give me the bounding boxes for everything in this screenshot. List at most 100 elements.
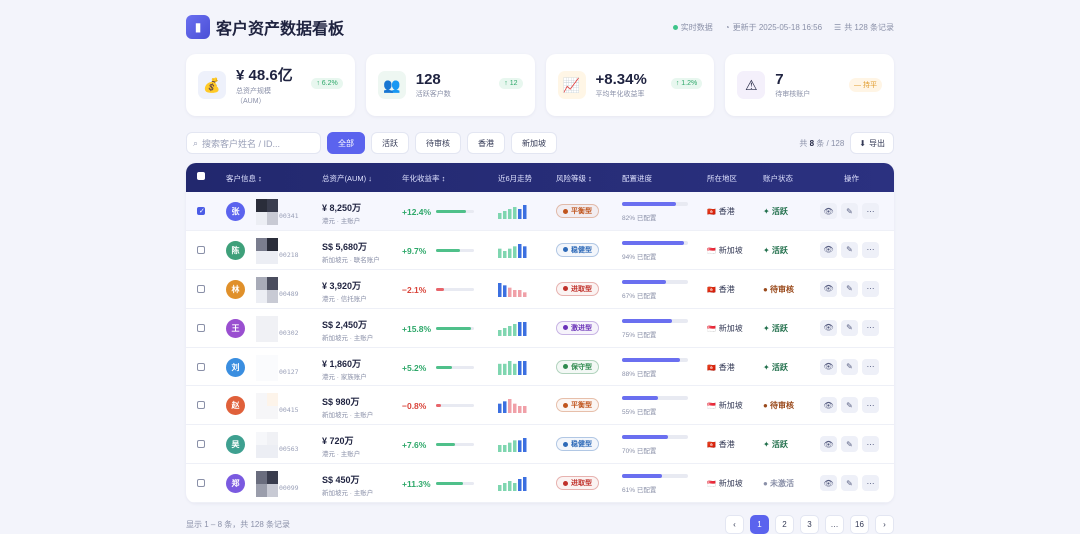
risk-dot-icon — [563, 441, 568, 447]
page-button[interactable]: 1 — [750, 514, 769, 534]
table-row[interactable]: 王 00302 S$ 2,450万 新加坡元 · 主账户 +15.8% 激进型 75% 已配… — [186, 309, 894, 348]
row-actions: 👁 ✎ ⋯ — [820, 475, 879, 492]
row-actions: 👁 ✎ ⋯ — [820, 280, 879, 297]
spark-bar — [518, 360, 522, 375]
table-row[interactable]: 赵 00415 S$ 980万 新加坡元 · 主账户 −0.8% 平衡型 55% 已配置 🇸🇬… — [186, 386, 894, 426]
footer-summary: 显示 1 – 8 条，共 128 条记录 — [186, 519, 291, 529]
yield-bar — [436, 365, 474, 369]
allocation-bar — [622, 279, 688, 284]
allocation-text: 67% 已配置 — [622, 292, 657, 300]
view-button[interactable]: 👁 — [820, 203, 837, 219]
page-button[interactable]: 2 — [775, 514, 794, 534]
allocation-bar-fill — [622, 202, 677, 206]
yield-value: +12.4% — [402, 207, 432, 217]
table-row[interactable]: 林 00489 ¥ 3,920万 港元 · 信托账户 −2.1% 进取型 67% 已配置 🇭🇰… — [186, 270, 894, 309]
spark-bar — [513, 404, 517, 414]
col-region: 所在地区 — [707, 174, 737, 183]
row-checkbox[interactable] — [197, 323, 205, 332]
spark-bar — [523, 205, 527, 219]
kpi-cards: 💰 ¥ 48.6亿 总资产规模 （AUM） ↑ 6.2% 👥 128 活跃客户数 ↑ 12 📈 +8… — [186, 54, 894, 116]
table-row[interactable]: 张 00341 ¥ 8,250万港元 · 主账户 +12.4% 平衡型 82% 已配置 🇭🇰… — [186, 192, 894, 231]
spark-bar — [498, 445, 502, 453]
col-progress: 配置进度 — [622, 174, 652, 183]
row-checkbox[interactable] — [197, 479, 205, 488]
page-button[interactable]: 3 — [800, 514, 819, 534]
edit-button[interactable]: ✎ — [841, 397, 858, 414]
spark-bar — [503, 483, 507, 492]
page-button[interactable]: … — [825, 514, 844, 534]
spark-bar — [513, 246, 517, 258]
view-button[interactable]: 👁 — [820, 397, 837, 414]
more-button[interactable]: ⋯ — [862, 241, 879, 258]
page-title: 客户资产数据看板 — [216, 21, 345, 38]
filter-chip[interactable]: 待审核 — [415, 132, 461, 154]
edit-button[interactable]: ✎ — [841, 319, 858, 336]
export-button[interactable]: ⬇ 导出 — [850, 132, 894, 154]
edit-button[interactable]: ✎ — [841, 203, 858, 219]
more-button[interactable]: ⋯ — [862, 475, 879, 492]
edit-button[interactable]: ✎ — [841, 358, 858, 375]
row-checkbox[interactable] — [197, 207, 205, 215]
page-button[interactable]: ‹ — [725, 514, 744, 534]
risk-badge: 平衡型 — [556, 398, 599, 413]
spark-bar — [498, 485, 502, 492]
account-type: 港元 · 信托账户 — [322, 295, 367, 303]
risk-badge: 激进型 — [556, 320, 599, 335]
more-button[interactable]: ⋯ — [862, 280, 879, 297]
row-checkbox[interactable] — [197, 401, 205, 410]
filter-chip[interactable]: 新加坡 — [511, 132, 557, 154]
row-checkbox[interactable] — [197, 362, 205, 371]
row-checkbox[interactable] — [197, 245, 205, 254]
spark-bar — [508, 287, 512, 297]
aum-amount: S$ 2,450万 — [322, 319, 368, 330]
allocation-text: 82% 已配置 — [622, 215, 657, 222]
filter-chip[interactable]: 香港 — [467, 132, 505, 154]
edit-button[interactable]: ✎ — [841, 436, 858, 453]
view-button[interactable]: 👁 — [820, 358, 837, 375]
view-button[interactable]: 👁 — [820, 436, 837, 453]
allocation-bar-fill — [622, 396, 659, 401]
region: 🇭🇰 香港 — [707, 284, 735, 294]
aum-amount: ¥ 1,860万 — [322, 358, 362, 369]
account-type: 新加坡元 · 主账户 — [322, 490, 374, 498]
more-button[interactable]: ⋯ — [862, 358, 879, 375]
edit-button[interactable]: ✎ — [841, 280, 858, 297]
spark-bar — [508, 399, 512, 414]
kpi-card: 💰 ¥ 48.6亿 总资产规模 （AUM） ↑ 6.2% — [186, 54, 355, 116]
filter-chips: 全部 活跃 待审核 香港 新加坡 — [327, 132, 557, 154]
row-checkbox[interactable] — [197, 440, 205, 449]
allocation-text: 88% 已配置 — [622, 370, 657, 378]
yield-bar — [436, 248, 474, 252]
kpi-value: ¥ 48.6亿 — [236, 67, 293, 85]
row-checkbox[interactable] — [197, 284, 205, 293]
table-row[interactable]: 刘 00127 ¥ 1,860万 港元 · 家族账户 +5.2% 保守型 88% 已配置 🇭🇰… — [186, 348, 894, 387]
live-dot-icon — [672, 24, 678, 30]
view-button[interactable]: 👁 — [820, 475, 837, 492]
select-all-checkbox[interactable] — [197, 172, 205, 180]
page-button[interactable]: 16 — [850, 514, 869, 534]
filter-chip[interactable]: 活跃 — [371, 132, 409, 154]
view-button[interactable]: 👁 — [820, 241, 837, 258]
allocation-bar-fill — [622, 474, 663, 479]
col-yield[interactable]: 年化收益率 ↕ — [402, 173, 445, 184]
more-button[interactable]: ⋯ — [862, 397, 879, 414]
table-row[interactable]: 郑 00099 S$ 450万 新加坡元 · 主账户 +11.3% 进取型 61% 已配置 🇸… — [186, 464, 894, 503]
more-button[interactable]: ⋯ — [862, 203, 879, 219]
col-risk[interactable]: 风险等级 ↕ — [556, 173, 592, 184]
filter-chip[interactable]: 全部 — [327, 132, 365, 154]
table-row[interactable]: 吴 00563 ¥ 720万 港元 · 主账户 +7.6% 稳健型 70% 已配置 🇭🇰 香港 ✦… — [186, 425, 894, 465]
yield-bar-fill — [436, 404, 442, 408]
search-input[interactable]: ⌕ 搜索客户姓名 / ID... — [186, 132, 321, 154]
spark-bar — [518, 209, 522, 219]
risk-badge: 进取型 — [556, 476, 599, 491]
col-aum[interactable]: 总资产(AUM) ↓ — [322, 173, 372, 184]
page-button[interactable]: › — [875, 514, 894, 534]
table-row[interactable]: 陈 00218 S$ 5,680万 新加坡元 · 联名账户 +9.7% 稳健型 94% 已配… — [186, 231, 894, 270]
view-button[interactable]: 👁 — [820, 319, 837, 336]
edit-button[interactable]: ✎ — [841, 241, 858, 258]
col-client[interactable]: 客户信息 ↕ — [226, 173, 262, 184]
more-button[interactable]: ⋯ — [862, 436, 879, 453]
view-button[interactable]: 👁 — [820, 280, 837, 297]
edit-button[interactable]: ✎ — [841, 475, 858, 492]
more-button[interactable]: ⋯ — [862, 319, 879, 336]
